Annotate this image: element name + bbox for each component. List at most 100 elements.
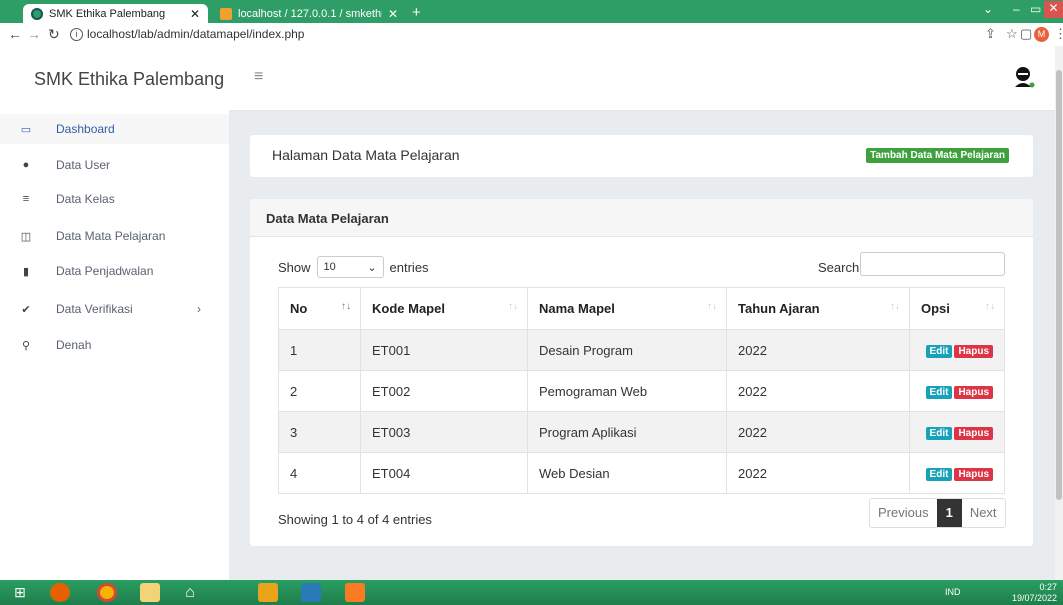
close-tab-icon[interactable]: ✕ — [190, 7, 200, 21]
notes-app-icon[interactable] — [258, 583, 278, 602]
subjects-table: No ↑↓ Kode Mapel ↑↓ Nama Mapel ↑↓ Tahun Aja… — [278, 287, 1005, 494]
reload-icon[interactable]: ↻ — [48, 26, 60, 43]
forward-icon[interactable]: → — [27, 26, 41, 42]
cell-nama-mapel: Pemograman Web — [527, 370, 727, 412]
file-explorer-icon[interactable] — [140, 583, 160, 602]
delete-button[interactable]: Hapus — [954, 386, 993, 399]
share-icon[interactable]: ⇪ — [985, 26, 996, 42]
sort-icon: ↑↓ — [985, 301, 995, 312]
card-title: Data Mata Pelajaran — [266, 211, 389, 226]
next-page-button[interactable]: Next — [962, 499, 1005, 527]
cell-opsi: Edit Hapus — [909, 411, 1005, 453]
edit-button[interactable]: Edit — [925, 345, 953, 358]
sidebar-item-data-user[interactable]: ● Data User — [0, 150, 229, 180]
cell-no: 4 — [278, 452, 361, 494]
close-tab-icon[interactable]: ✕ — [388, 7, 398, 21]
delete-button[interactable]: Hapus — [954, 345, 993, 358]
minimize-icon[interactable]: – — [1013, 2, 1020, 16]
browser-tab-bar: SMK Ethika Palembang ✕ localhost / 127.0… — [0, 0, 1063, 23]
laptop-icon: ▭ — [20, 123, 32, 136]
sidebar-item-label: Data Verifikasi — [56, 302, 133, 316]
new-tab-icon[interactable]: + — [412, 4, 421, 22]
page-header-card: Halaman Data Mata Pelajaran Tambah Data … — [250, 135, 1033, 177]
site-info-icon[interactable]: i — [70, 28, 83, 41]
sidebar-item-denah[interactable]: ⚲ Denah — [0, 330, 229, 360]
windows-start-icon[interactable]: ⊞ — [10, 583, 30, 602]
user-icon: ● — [22, 159, 30, 171]
back-icon[interactable]: ← — [8, 26, 22, 42]
sidebar-item-dashboard[interactable]: ▭ Dashboard — [0, 114, 229, 144]
xampp-icon[interactable] — [345, 583, 365, 602]
bookmark-star-icon[interactable]: ☆ — [1006, 26, 1018, 42]
sidebar-toggle-icon[interactable]: ▢ — [1020, 26, 1032, 42]
sidebar-item-label: Data User — [56, 158, 111, 172]
pagination: Previous 1 Next — [869, 498, 1006, 528]
menu-toggle-icon[interactable]: ≡ — [254, 68, 263, 86]
file-icon: ▮ — [22, 265, 30, 278]
cell-no: 2 — [278, 370, 361, 412]
browser-tab-active[interactable]: SMK Ethika Palembang ✕ — [23, 4, 208, 23]
media-player-icon[interactable] — [301, 583, 321, 602]
search-label: Search: — [818, 260, 863, 275]
page-1-button[interactable]: 1 — [936, 499, 962, 527]
search-input[interactable] — [860, 252, 1005, 276]
cell-nama-mapel: Program Aplikasi — [527, 411, 727, 453]
chrome-icon[interactable] — [97, 583, 117, 602]
sort-icon: ↑↓ — [508, 301, 518, 312]
edit-button[interactable]: Edit — [925, 386, 953, 399]
maximize-icon[interactable]: ▭ — [1030, 2, 1041, 16]
table-row: 3 ET003 Program Aplikasi 2022 Edit Hapus — [278, 411, 1005, 453]
edit-button[interactable]: Edit — [925, 468, 953, 481]
sidebar-item-data-penjadwalan[interactable]: ▮ Data Penjadwalan — [0, 256, 229, 286]
chevron-down-icon: ⌄ — [367, 261, 377, 274]
scrollbar-thumb[interactable] — [1056, 70, 1062, 500]
clock[interactable]: 0:27 19/07/2022 — [1012, 582, 1057, 604]
cell-nama-mapel: Web Desian — [527, 452, 727, 494]
user-avatar-icon[interactable] — [1013, 66, 1035, 88]
phpmyadmin-icon — [220, 7, 232, 20]
sidebar-item-label: Dashboard — [56, 122, 115, 136]
profile-avatar[interactable]: M — [1034, 27, 1049, 42]
top-navbar: ≡ — [229, 46, 1055, 111]
cell-tahun-ajaran: 2022 — [726, 411, 910, 453]
sort-icon: ↑↓ — [341, 301, 351, 312]
system-tray-lang[interactable]: IND — [945, 587, 961, 597]
firefox-icon[interactable] — [50, 583, 70, 602]
column-header-nama-mapel[interactable]: Nama Mapel ↑↓ — [527, 287, 727, 330]
entries-select[interactable]: 10 ⌄ — [316, 256, 384, 278]
list-icon: ≡ — [22, 193, 30, 205]
table-row: 2 ET002 Pemograman Web 2022 Edit Hapus — [278, 370, 1005, 412]
tab-title: localhost / 127.0.0.1 / smkethika — [238, 7, 382, 20]
page-title: Halaman Data Mata Pelajaran — [272, 147, 460, 163]
sidebar-item-data-kelas[interactable]: ≡ Data Kelas — [0, 184, 229, 214]
close-window-icon[interactable]: ✕ — [1044, 1, 1063, 18]
sidebar-item-data-verifikasi[interactable]: ✔ Data Verifikasi › — [0, 294, 229, 324]
tab-search-icon[interactable]: ⌄ — [983, 2, 993, 16]
column-header-tahun-ajaran[interactable]: Tahun Ajaran ↑↓ — [726, 287, 910, 330]
delete-button[interactable]: Hapus — [954, 427, 993, 440]
browser-tab-inactive[interactable]: localhost / 127.0.0.1 / smkethika ✕ — [212, 4, 406, 23]
table-row: 4 ET004 Web Desian 2022 Edit Hapus — [278, 452, 1005, 494]
clock-time: 0:27 — [1039, 582, 1058, 592]
sidebar-item-label: Data Mata Pelajaran — [56, 229, 166, 243]
sort-icon: ↑↓ — [890, 301, 900, 312]
cell-tahun-ajaran: 2022 — [726, 329, 910, 371]
edit-button[interactable]: Edit — [925, 427, 953, 440]
browser-menu-icon[interactable]: ⋮ — [1054, 26, 1063, 42]
home-icon[interactable]: ⌂ — [180, 583, 200, 602]
cell-nama-mapel: Desain Program — [527, 329, 727, 371]
previous-page-button[interactable]: Previous — [870, 499, 937, 527]
chevron-right-icon: › — [197, 302, 201, 316]
column-header-kode-mapel[interactable]: Kode Mapel ↑↓ — [360, 287, 528, 330]
url-input[interactable]: localhost/lab/admin/datamapel/index.php — [87, 27, 304, 41]
delete-button[interactable]: Hapus — [954, 468, 993, 481]
add-subject-button[interactable]: Tambah Data Mata Pelajaran — [866, 148, 1009, 163]
brand-title[interactable]: SMK Ethika Palembang — [0, 46, 229, 112]
cell-kode-mapel: ET003 — [360, 411, 528, 453]
sidebar-item-label: Data Penjadwalan — [56, 264, 154, 278]
column-header-opsi[interactable]: Opsi ↑↓ — [909, 287, 1005, 330]
subjects-card: Data Mata Pelajaran Show 10 ⌄ entries Se… — [250, 199, 1033, 546]
cell-tahun-ajaran: 2022 — [726, 370, 910, 412]
column-header-no[interactable]: No ↑↓ — [278, 287, 361, 330]
sidebar-item-data-mata-pelajaran[interactable]: ◫ Data Mata Pelajaran — [0, 221, 229, 251]
